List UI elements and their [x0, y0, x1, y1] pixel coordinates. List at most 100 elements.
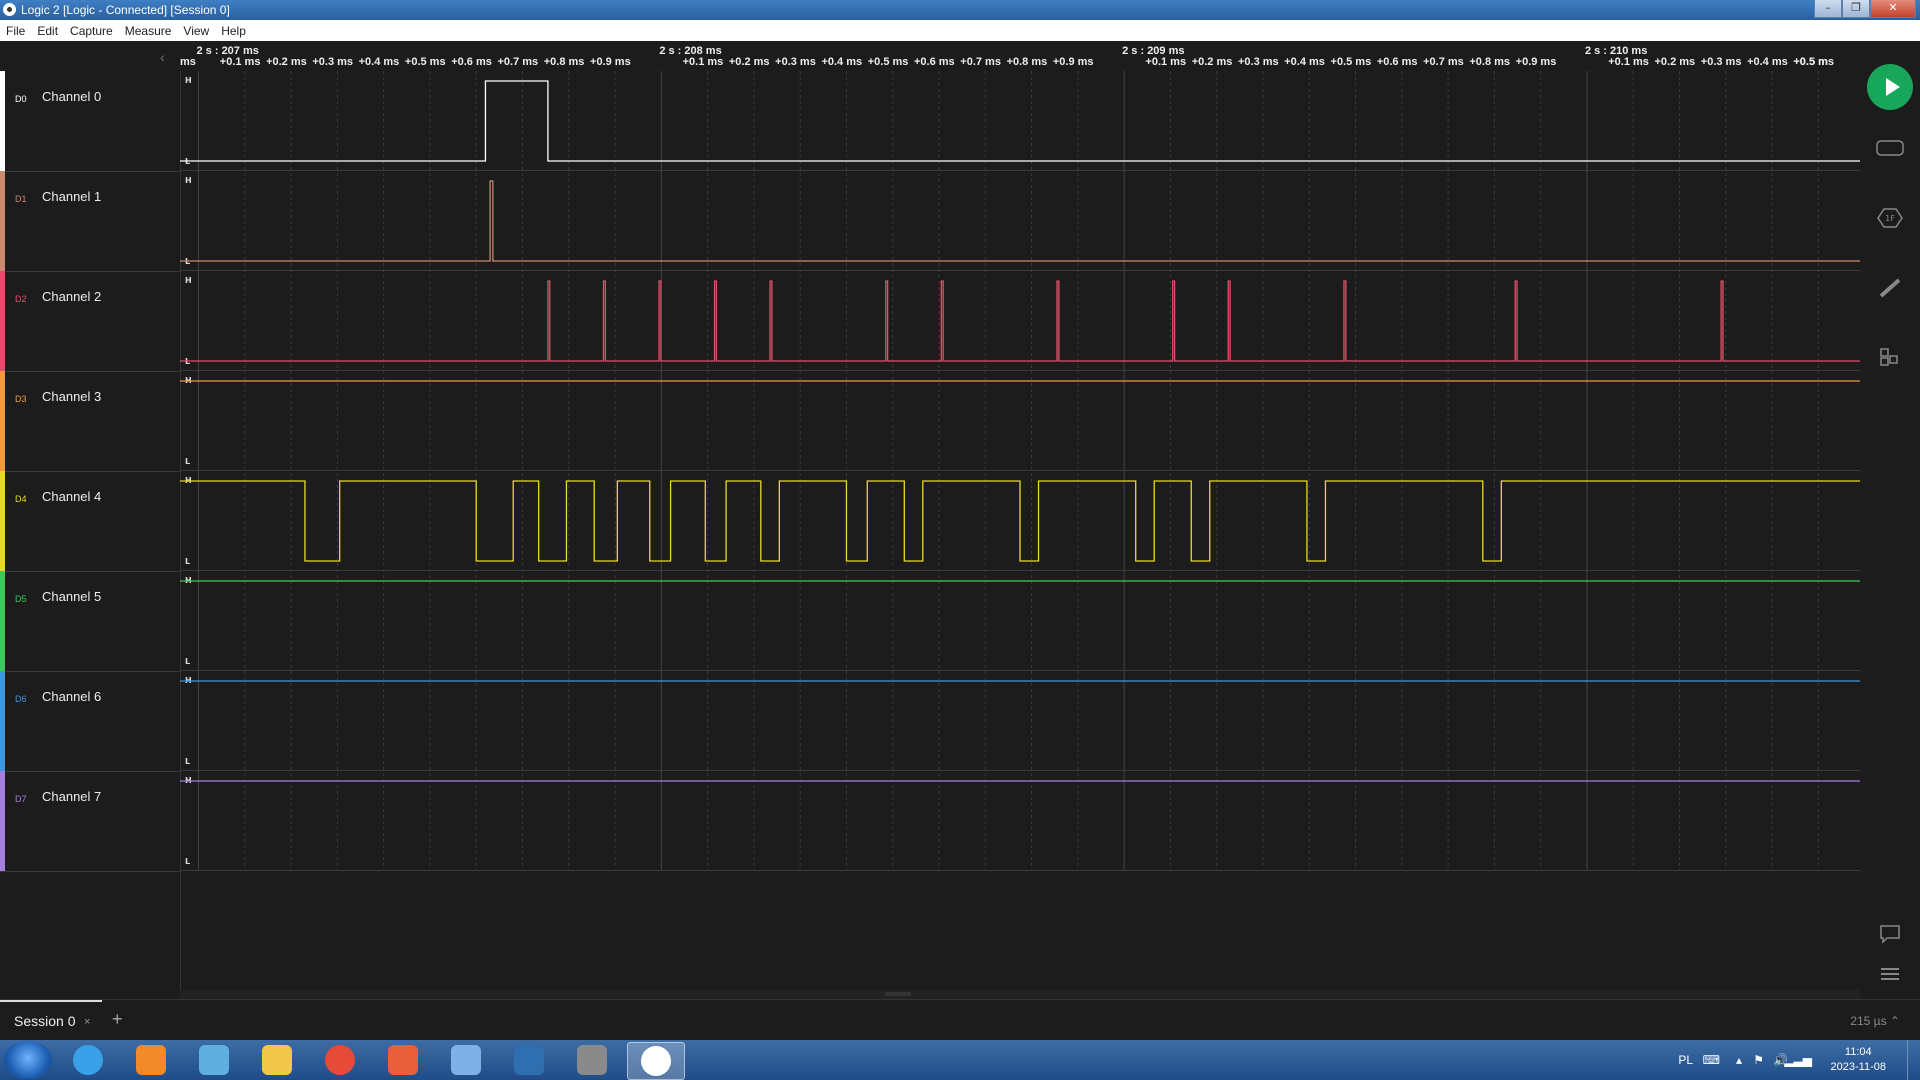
- taskbar-paint[interactable]: [375, 1042, 431, 1078]
- taskbar-logic-analyzer[interactable]: [627, 1042, 685, 1080]
- channel-color-bar: [0, 471, 5, 571]
- ruler-minor-label: +0.4 ms: [1284, 56, 1325, 68]
- taskbar-dots-app[interactable]: [438, 1042, 494, 1078]
- network-signal-icon[interactable]: ▂▃▅: [1784, 1053, 1812, 1067]
- clock-time: 11:04: [1844, 1046, 1872, 1058]
- ruler-minor-label: +0.2 ms: [1654, 56, 1696, 68]
- show-hidden-icon[interactable]: ▴: [1736, 1053, 1742, 1067]
- menu-measure[interactable]: Measure: [119, 24, 178, 38]
- scrollbar-thumb[interactable]: [885, 992, 911, 996]
- channel-2-waveform: [180, 280, 1860, 362]
- channel-0-waveform: [180, 80, 1860, 162]
- window-title: Logic 2 [Logic - Connected] [Session 0]: [21, 3, 230, 17]
- ruler-minor-label: +0.1 ms: [1145, 56, 1187, 68]
- timescale-indicator[interactable]: 215 µs ⌃: [1850, 1014, 1900, 1028]
- channel-tag: D7: [15, 794, 27, 804]
- channel-4-waveform: [180, 480, 1860, 562]
- taskbar-mu-editor[interactable]: [501, 1042, 557, 1078]
- channel-tag: D6: [15, 694, 27, 704]
- level-low-label: L: [185, 757, 190, 766]
- start-capture-button[interactable]: [1867, 64, 1913, 110]
- time-ruler[interactable]: ms 2 s : 207 ms +0.1 ms +0.2 ms +0.3 ms +0.4 …: [180, 41, 1860, 71]
- language-indicator[interactable]: PL: [1678, 1053, 1693, 1067]
- menu-file[interactable]: File: [0, 24, 31, 38]
- clock[interactable]: 11:04 2023-11-08: [1831, 1045, 1886, 1075]
- channel-row-2[interactable]: D2 Channel 2: [0, 271, 180, 372]
- chrome-icon: [325, 1045, 355, 1075]
- taskbar-media-player[interactable]: [123, 1042, 179, 1078]
- channel-tag: D5: [15, 594, 27, 604]
- horizontal-scrollbar[interactable]: [180, 990, 1860, 999]
- session-tab-bar: Session 0 × + 215 µs ⌃: [0, 999, 1920, 1041]
- waveform-area[interactable]: HLHLHLHLHLHLHLHL: [180, 71, 1860, 871]
- channel-row-3[interactable]: D3 Channel 3: [0, 371, 180, 472]
- ruler-minor-label: +0.8 ms: [1469, 56, 1511, 68]
- close-button[interactable]: ✕: [1870, 0, 1916, 18]
- channel-row-6[interactable]: D6 Channel 6: [0, 671, 180, 772]
- add-tab-button[interactable]: +: [112, 1009, 123, 1030]
- channel-name[interactable]: Channel 2: [42, 289, 101, 304]
- flag-icon[interactable]: ⚑: [1753, 1053, 1764, 1067]
- level-high-label: H: [185, 176, 192, 185]
- taskbar-chrome[interactable]: [312, 1042, 368, 1078]
- taskbar-internet-explorer[interactable]: [60, 1042, 116, 1078]
- paint-icon: [388, 1045, 418, 1075]
- menu-view[interactable]: View: [177, 24, 215, 38]
- media-player-icon: [136, 1045, 166, 1075]
- taskbar-file-explorer[interactable]: [249, 1042, 305, 1078]
- keyboard-icon[interactable]: ⌨: [1703, 1053, 1720, 1067]
- level-high-label: H: [185, 276, 192, 285]
- channel-name[interactable]: Channel 5: [42, 589, 101, 604]
- mu-editor-icon: [514, 1045, 544, 1075]
- ruler-minor-label: +0.8 ms: [543, 56, 585, 68]
- channel-row-0[interactable]: D0 Channel 0: [0, 71, 180, 172]
- channel-row-4[interactable]: D4 Channel 4: [0, 471, 180, 572]
- device-icon[interactable]: [1876, 138, 1904, 160]
- extensions-icon[interactable]: [1876, 346, 1904, 368]
- channel-name[interactable]: Channel 6: [42, 689, 101, 704]
- channel-tag: D4: [15, 494, 27, 504]
- tab-session-0[interactable]: Session 0 ×: [0, 1000, 102, 1040]
- menu-help[interactable]: Help: [215, 24, 252, 38]
- menu-capture[interactable]: Capture: [64, 24, 119, 38]
- level-low-label: L: [185, 657, 190, 666]
- channel-row-7[interactable]: D7 Channel 7: [0, 771, 180, 872]
- channel-name[interactable]: Channel 1: [42, 189, 101, 204]
- menu-icon[interactable]: [1876, 963, 1904, 985]
- channel-name[interactable]: Channel 0: [42, 89, 101, 104]
- svg-text:1F: 1F: [1885, 214, 1895, 223]
- ruler-minor-label: +0.2 ms: [728, 56, 770, 68]
- minimize-button[interactable]: –: [1814, 0, 1842, 18]
- channel-row-5[interactable]: D5 Channel 5: [0, 571, 180, 672]
- ruler-minor-label: +0.4 ms: [821, 56, 863, 68]
- ruler-minor-label: +0.9 ms: [1515, 56, 1557, 68]
- clock-date: 2023-11-08: [1830, 1061, 1886, 1073]
- channel-name[interactable]: Channel 3: [42, 389, 101, 404]
- maximize-button[interactable]: ❐: [1842, 0, 1870, 18]
- taskbar-network[interactable]: [186, 1042, 242, 1078]
- ruler-minor-label: +0.3 ms: [312, 56, 354, 68]
- ruler-minor-label: +0.5 m: [1793, 56, 1828, 68]
- ruler-minor-label: +0.6 ms: [1376, 56, 1418, 68]
- channel-color-bar: [0, 71, 5, 171]
- ruler-minor-label: +0.4 ms: [358, 56, 400, 68]
- chevron-left-icon[interactable]: ‹: [160, 49, 165, 65]
- video-editor-icon: [577, 1045, 607, 1075]
- analyzers-icon[interactable]: 1F: [1876, 207, 1904, 229]
- channel-color-bar: [0, 171, 5, 271]
- ruler-minor-label: +0.5 ms: [1330, 56, 1372, 68]
- menu-edit[interactable]: Edit: [31, 24, 64, 38]
- show-desktop-button[interactable]: [1907, 1040, 1920, 1080]
- channel-name[interactable]: Channel 4: [42, 489, 101, 504]
- channel-color-bar: [0, 771, 5, 871]
- title-bar: Logic 2 [Logic - Connected] [Session 0] …: [0, 0, 1920, 20]
- start-button[interactable]: [4, 1041, 52, 1079]
- ruler-minor-label: +0.5 ms: [867, 56, 909, 68]
- channel-name[interactable]: Channel 7: [42, 789, 101, 804]
- chat-icon[interactable]: [1876, 923, 1904, 945]
- channel-row-1[interactable]: D1 Channel 1: [0, 171, 180, 272]
- measure-ruler-icon[interactable]: [1876, 277, 1904, 299]
- channel-1-waveform: [180, 180, 1860, 262]
- close-tab-icon[interactable]: ×: [84, 1016, 90, 1028]
- taskbar-video-editor[interactable]: [564, 1042, 620, 1078]
